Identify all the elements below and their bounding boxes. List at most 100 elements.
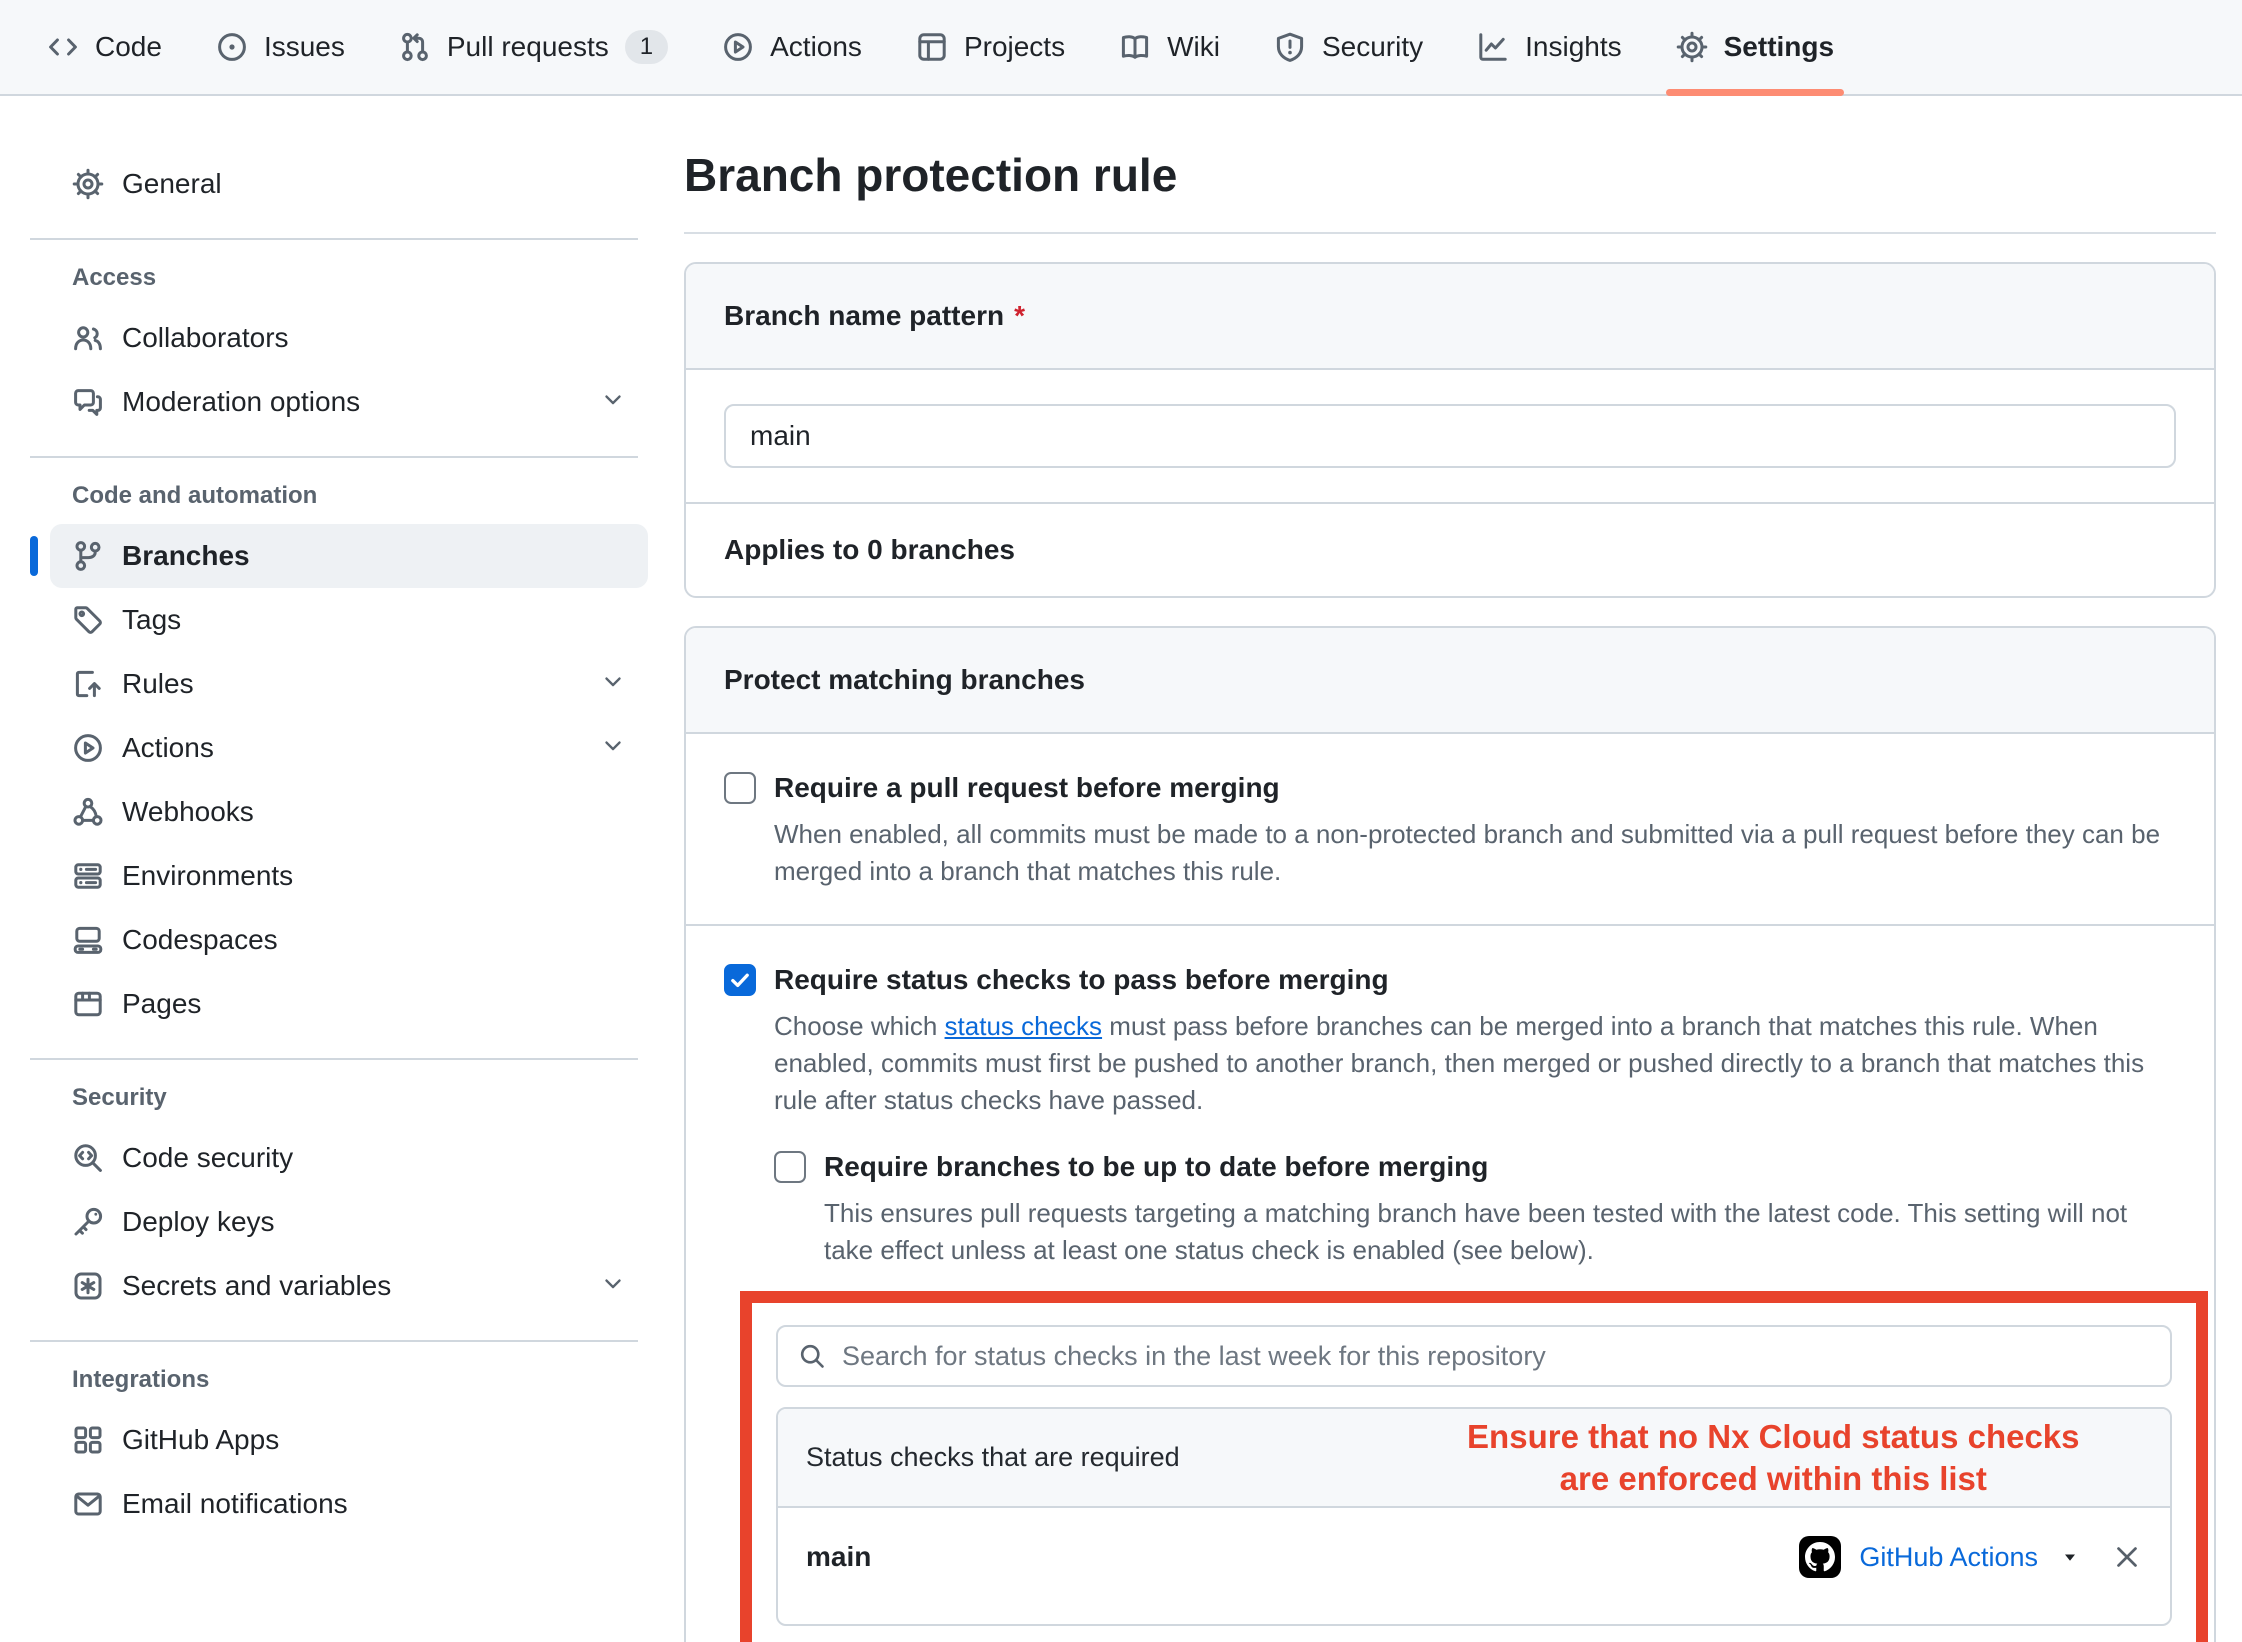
- chevron-down-icon[interactable]: [600, 1270, 626, 1303]
- status-check-name: main: [806, 1541, 871, 1573]
- sidebar-item-email-notifications[interactable]: Email notifications: [50, 1472, 648, 1536]
- branch-name-pattern-input[interactable]: [724, 404, 2176, 468]
- tab-projects[interactable]: Projects: [900, 0, 1081, 94]
- sidebar-item-rules[interactable]: Rules: [50, 652, 648, 716]
- branch-name-pattern-header: Branch name pattern *: [686, 264, 2214, 370]
- sidebar-item-secrets-variables[interactable]: Secrets and variables: [50, 1254, 648, 1318]
- pull-request-icon: [399, 31, 431, 63]
- tab-insights[interactable]: Insights: [1461, 0, 1638, 94]
- require-up-to-date-label: Require branches to be up to date before…: [824, 1149, 1488, 1185]
- required-asterisk: *: [1014, 300, 1025, 331]
- sidebar-item-label: Codespaces: [122, 924, 278, 956]
- require-status-checks-label: Require status checks to pass before mer…: [774, 962, 1389, 998]
- sidebar-item-branches[interactable]: Branches: [50, 524, 648, 588]
- status-checks-search[interactable]: [776, 1325, 2172, 1387]
- tab-label: Projects: [964, 31, 1065, 63]
- tab-security[interactable]: Security: [1258, 0, 1439, 94]
- branch-name-pattern-body: [686, 370, 2214, 502]
- sidebar-item-label: Environments: [122, 860, 293, 892]
- require-pull-request-row: Require a pull request before merging Wh…: [686, 734, 2214, 924]
- status-checks-list-header-label: Status checks that are required: [806, 1442, 1180, 1472]
- browser-icon: [72, 988, 104, 1020]
- code-scan-icon: [72, 1142, 104, 1174]
- sidebar-section-code-automation: Code and automation: [50, 482, 648, 510]
- sidebar-item-label: Email notifications: [122, 1488, 348, 1520]
- sidebar-item-label: General: [122, 168, 222, 200]
- annotation-text: Ensure that no Nx Cloud status checks ar…: [1390, 1416, 2156, 1500]
- chevron-down-icon[interactable]: [600, 668, 626, 701]
- repo-nav: Code Issues Pull requests 1 Actions Proj…: [0, 0, 2242, 96]
- server-icon: [72, 860, 104, 892]
- search-icon: [798, 1342, 826, 1370]
- status-checks-search-input[interactable]: [842, 1341, 2150, 1372]
- chevron-down-icon[interactable]: [600, 732, 626, 765]
- protect-matching-branches-header: Protect matching branches: [686, 628, 2214, 734]
- main-content: Branch protection rule Branch name patte…: [660, 96, 2242, 1642]
- sidebar-item-environments[interactable]: Environments: [50, 844, 648, 908]
- branch-name-pattern-label: Branch name pattern: [724, 300, 1004, 331]
- git-branch-icon: [72, 540, 104, 572]
- people-icon: [72, 322, 104, 354]
- rules-icon: [72, 668, 104, 700]
- gear-icon: [72, 168, 104, 200]
- require-pull-request-label: Require a pull request before merging: [774, 770, 1280, 806]
- require-status-checks-desc: Choose which status checks must pass bef…: [774, 1008, 2176, 1119]
- sidebar-item-label: Moderation options: [122, 386, 360, 418]
- sidebar-item-github-apps[interactable]: GitHub Apps: [50, 1408, 648, 1472]
- tab-settings[interactable]: Settings: [1660, 0, 1850, 94]
- required-status-checks-list: Status checks that are required Ensure t…: [776, 1407, 2172, 1626]
- sidebar-item-tags[interactable]: Tags: [50, 588, 648, 652]
- graph-icon: [1477, 31, 1509, 63]
- title-divider: [684, 232, 2216, 234]
- sidebar-item-pages[interactable]: Pages: [50, 972, 648, 1036]
- sidebar-item-moderation-options[interactable]: Moderation options: [50, 370, 648, 434]
- sidebar-item-label: Actions: [122, 732, 214, 764]
- github-actions-app-icon: [1799, 1536, 1841, 1578]
- sidebar-item-codespaces[interactable]: Codespaces: [50, 908, 648, 972]
- desc-text: Choose which: [774, 1011, 945, 1041]
- tab-code[interactable]: Code: [31, 0, 178, 94]
- sidebar-item-deploy-keys[interactable]: Deploy keys: [50, 1190, 648, 1254]
- sidebar-item-actions[interactable]: Actions: [50, 716, 648, 780]
- github-settings-page: Code Issues Pull requests 1 Actions Proj…: [0, 0, 2242, 1642]
- code-icon: [47, 31, 79, 63]
- tab-issues[interactable]: Issues: [200, 0, 361, 94]
- page-title: Branch protection rule: [684, 148, 2216, 202]
- sidebar-item-code-security[interactable]: Code security: [50, 1126, 648, 1190]
- sidebar-item-label: Tags: [122, 604, 181, 636]
- shield-icon: [1274, 31, 1306, 63]
- sidebar-item-general[interactable]: General: [50, 152, 648, 216]
- sidebar-divider: [30, 1058, 638, 1060]
- discussion-icon: [72, 386, 104, 418]
- tab-pull-requests[interactable]: Pull requests 1: [383, 0, 684, 94]
- asterisk-box-icon: [72, 1270, 104, 1302]
- sidebar-item-label: Branches: [122, 540, 250, 572]
- chevron-down-icon[interactable]: [600, 386, 626, 419]
- tab-label: Pull requests: [447, 31, 609, 63]
- annotation-line-1: Ensure that no Nx Cloud status checks: [1390, 1416, 2156, 1458]
- require-pull-request-checkbox[interactable]: [724, 772, 756, 804]
- github-actions-link[interactable]: GitHub Actions: [1859, 1542, 2038, 1573]
- sidebar-item-label: Collaborators: [122, 322, 289, 354]
- require-up-to-date-checkbox[interactable]: [774, 1151, 806, 1183]
- require-status-checks-row: Require status checks to pass before mer…: [686, 924, 2214, 1642]
- remove-check-icon[interactable]: [2112, 1542, 2142, 1572]
- tab-label: Actions: [770, 31, 862, 63]
- protect-matching-branches-card: Protect matching branches Require a pull…: [684, 626, 2216, 1642]
- sidebar-item-webhooks[interactable]: Webhooks: [50, 780, 648, 844]
- tab-actions[interactable]: Actions: [706, 0, 878, 94]
- annotation-highlight-box: Status checks that are required Ensure t…: [740, 1291, 2208, 1642]
- status-checks-sub-block: Require branches to be up to date before…: [774, 1149, 2176, 1642]
- status-checks-link[interactable]: status checks: [945, 1011, 1103, 1041]
- tag-icon: [72, 604, 104, 636]
- sidebar-item-label: Deploy keys: [122, 1206, 275, 1238]
- sidebar-item-label: Rules: [122, 668, 194, 700]
- sidebar-item-collaborators[interactable]: Collaborators: [50, 306, 648, 370]
- require-status-checks-checkbox[interactable]: [724, 964, 756, 996]
- settings-sidebar: General Access Collaborators Moderation …: [0, 96, 660, 1536]
- tab-wiki[interactable]: Wiki: [1103, 0, 1236, 94]
- sidebar-item-label: Pages: [122, 988, 201, 1020]
- webhook-icon: [72, 796, 104, 828]
- dropdown-caret-icon[interactable]: [2060, 1547, 2080, 1567]
- tab-label: Security: [1322, 31, 1423, 63]
